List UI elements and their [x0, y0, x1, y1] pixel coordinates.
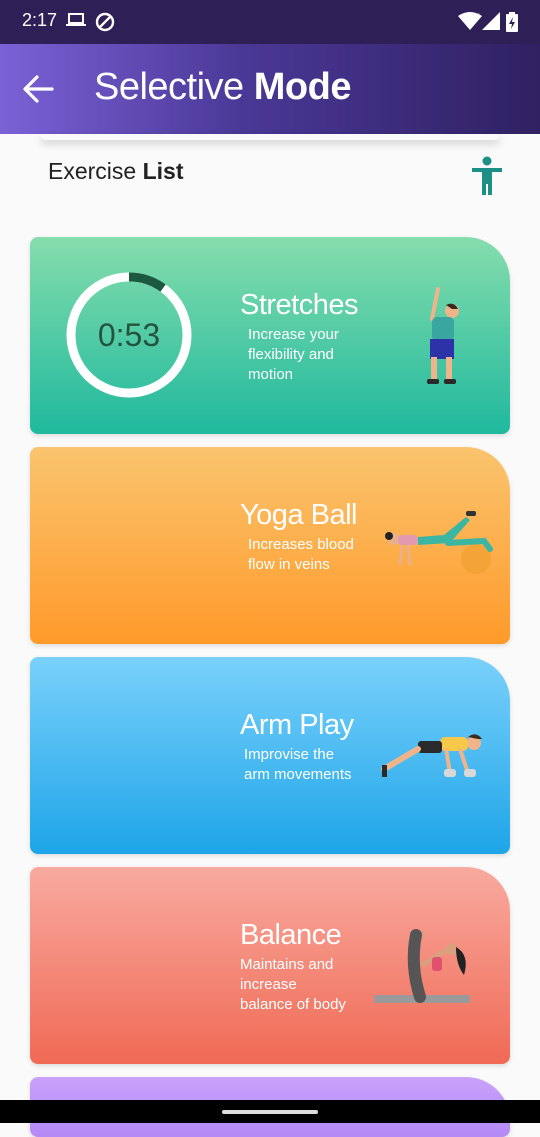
- card-description: Increases blood flow in veins: [248, 536, 354, 573]
- app-bar: Selective Mode: [0, 44, 540, 134]
- timer-value: 0:53: [97, 317, 161, 353]
- pushup-man-illustration: [381, 734, 482, 777]
- card-description: Maintains and increase balance of body: [240, 956, 346, 1013]
- app-bar-shadow: [40, 134, 500, 140]
- exercise-card-stretches[interactable]: 0:53 Stretches Increase your flexibility…: [30, 237, 510, 434]
- heading-light: Exercise: [48, 158, 143, 184]
- exercise-list-heading: Exercise List: [48, 158, 183, 185]
- accessibility-person-icon[interactable]: [470, 156, 504, 196]
- home-gesture-pill[interactable]: [222, 1110, 318, 1114]
- page-title-light: Selective: [94, 66, 254, 108]
- signal-icon: [482, 12, 500, 30]
- svg-text:x: x: [475, 12, 480, 20]
- battery-charging-icon: [506, 12, 518, 32]
- card-title: Yoga Ball: [240, 499, 357, 531]
- exercise-card-balance[interactable]: Balance Maintains and increase balance o…: [30, 867, 510, 1064]
- wifi-icon: x: [458, 12, 482, 30]
- sync-off-icon: [95, 12, 115, 32]
- card-title: Stretches: [240, 289, 359, 321]
- stretching-man-illustration: [427, 287, 459, 384]
- page-title-bold: Mode: [253, 66, 352, 108]
- status-time: 2:17: [22, 10, 58, 30]
- status-bar: 2:17 x: [0, 0, 540, 44]
- heading-bold: List: [142, 158, 184, 184]
- laptop-icon: [66, 13, 86, 26]
- card-description: Improvise the arm movements: [244, 746, 352, 783]
- card-description: Increase your flexibility and motion: [248, 326, 339, 383]
- exercise-card-arm-play[interactable]: Arm Play Improvise the arm movements: [30, 657, 510, 854]
- card-title: Balance: [240, 919, 342, 951]
- arrow-back-icon[interactable]: [22, 74, 54, 104]
- page-title: Selective Mode: [94, 66, 351, 109]
- card-title: Arm Play: [240, 709, 354, 741]
- balance-woman-illustration: [374, 929, 470, 1003]
- exercise-card-yoga-ball[interactable]: Yoga Ball Increases blood flow in veins: [30, 447, 510, 644]
- system-nav-bar: [0, 1100, 540, 1123]
- yoga-ball-woman-illustration: [385, 511, 493, 574]
